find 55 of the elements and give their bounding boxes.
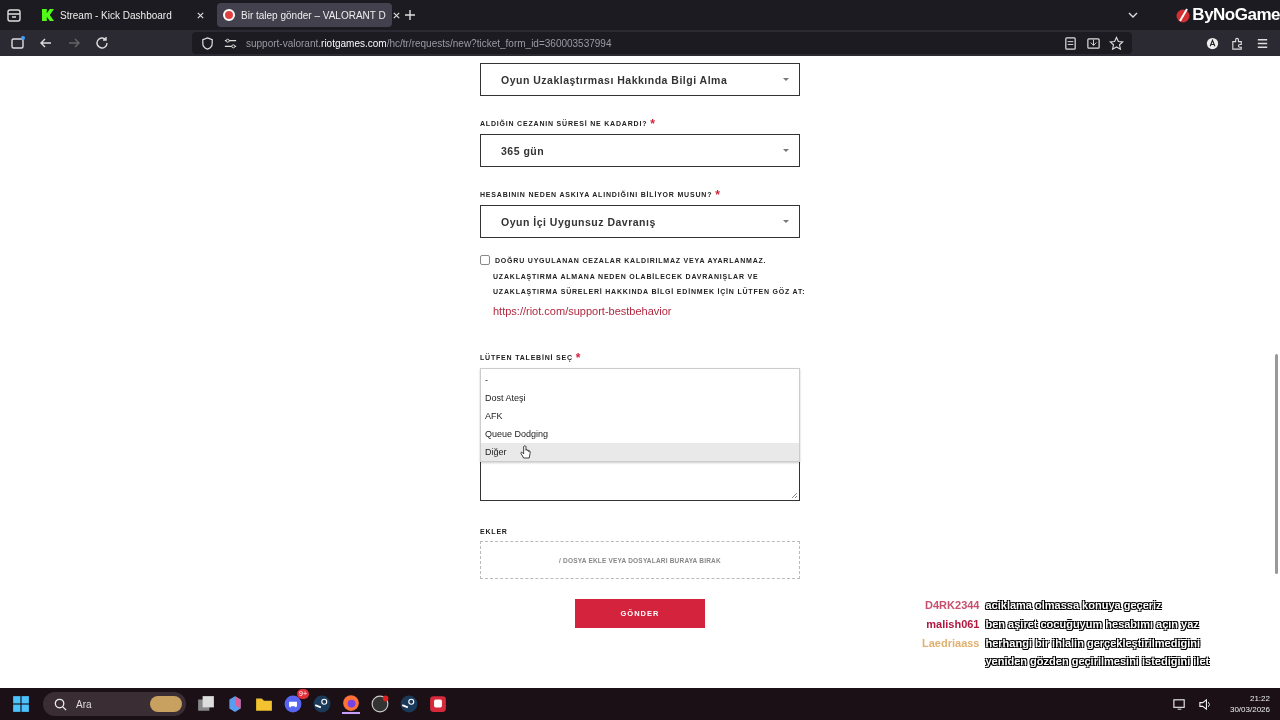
game-controller-icon[interactable] (284, 695, 302, 713)
hand-cursor-icon (520, 445, 531, 460)
checkbox[interactable] (480, 255, 490, 265)
taskbar-search-field[interactable]: Ara (43, 692, 186, 716)
close-icon[interactable] (391, 10, 401, 20)
required-asterisk: * (715, 191, 721, 199)
dropdown-option[interactable]: Diğer (481, 443, 799, 461)
address-bar[interactable]: support-valorant.riotgames.com/hc/tr/requests/new?ticket_form_id=360003537994 (192, 32, 1132, 54)
sidebar-icon[interactable] (10, 35, 26, 51)
monitor-icon[interactable] (1171, 696, 1187, 712)
tab-title: Bir talep gönder – VALORANT D (241, 9, 386, 21)
windows-start-icon[interactable] (12, 695, 30, 713)
chat-username: D4RK2344 (924, 598, 980, 613)
close-icon[interactable] (196, 10, 205, 20)
chat-message: aciklama olmassa konuya geçeriz (985, 598, 1163, 614)
folder-icon[interactable] (255, 695, 273, 713)
text-area[interactable]: - Dost Ateşi AFK Queue Dodging Diğer (480, 368, 800, 501)
star-icon[interactable] (1109, 35, 1124, 51)
chat-username: malish061 (925, 617, 980, 632)
select-field[interactable]: 365 gün (480, 134, 800, 167)
slash-logo-icon (1175, 7, 1192, 23)
support-link[interactable]: https://riot.com/support-bestbehavior (493, 305, 672, 317)
required-asterisk: * (575, 354, 582, 362)
resize-handle-icon[interactable] (790, 491, 798, 499)
dropdown-option[interactable]: AFK (481, 407, 799, 425)
scrollbar[interactable] (1275, 354, 1278, 574)
url-text: support-valorant.riotgames.com/hc/tr/requests/new?ticket_form_id=360003537994 (246, 37, 612, 49)
search-highlight-picture (150, 696, 182, 712)
shield-icon (200, 35, 215, 51)
select-field[interactable]: Oyun İçi Uygunsuz Davranış (480, 205, 800, 238)
puzzle-icon[interactable] (1230, 35, 1245, 51)
required-asterisk: * (650, 120, 656, 128)
chat-username: Laedriaass (922, 636, 980, 651)
overlay-logo: ByNoGame (1192, 5, 1280, 25)
reader-view-icon[interactable] (1063, 35, 1078, 51)
chat-message: herhangi bir ihlalin gerçekleştirilmediğini yeniden gözden geçirilmesini istediğini ilet (985, 636, 1211, 670)
task-view-icon[interactable] (197, 695, 215, 713)
search-icon (53, 696, 68, 712)
tab-title: Stream - Kick Dashboard (60, 9, 173, 21)
select-field[interactable]: Oyun Uzaklaştırması Hakkında Bilgi Alma (480, 63, 800, 96)
speaker-icon[interactable] (1197, 696, 1213, 712)
chat-message: ben aşiret cocuğuyum hesabımı açın yaz (985, 617, 1201, 633)
dropdown-option[interactable]: - (481, 371, 799, 389)
plus-icon[interactable] (404, 9, 416, 21)
browser-tab[interactable]: Stream - Kick Dashboard (36, 3, 211, 27)
dropdown-option[interactable]: Dost Ateşi (481, 389, 799, 407)
dropdown-option[interactable]: Queue Dodging (481, 425, 799, 443)
clock-time: 21:22 (1249, 693, 1270, 704)
k-logo-icon (42, 9, 54, 21)
circle-logo-icon (223, 9, 235, 21)
tab-list-icon[interactable] (6, 7, 22, 23)
clock-date: 30/03/2026 (1229, 704, 1270, 715)
account-icon[interactable] (1205, 35, 1220, 51)
reload-icon[interactable] (94, 35, 110, 51)
download-icon[interactable] (1086, 35, 1101, 51)
